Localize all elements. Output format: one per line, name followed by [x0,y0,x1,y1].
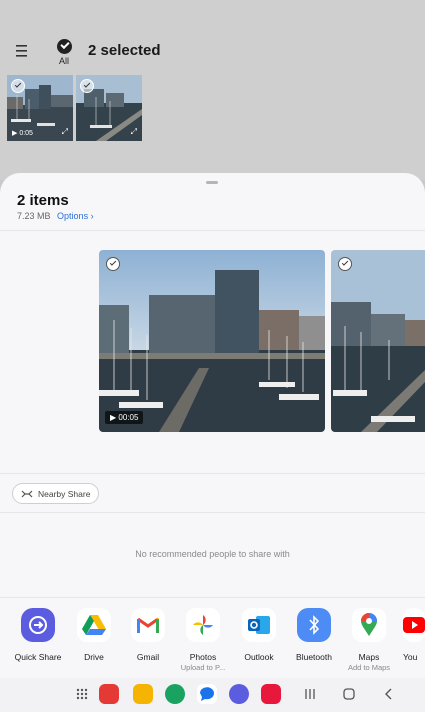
share-app-label: Outlook [244,652,274,662]
harbor-photo [99,250,325,432]
gallery-background: All 2 selected ▶ 0:05 ⤢ ⤢ [0,0,425,180]
nearby-share-button[interactable]: Nearby Share [12,483,100,504]
selected-check-icon[interactable] [11,79,25,93]
harbor-photo [331,250,425,432]
expand-icon[interactable]: ⤢ [131,127,137,137]
nearby-share-icon [21,490,33,497]
screen-recorder-app-icon[interactable] [261,684,281,704]
share-app-label: Photos [189,652,217,662]
share-app-label: Bluetooth [296,652,332,662]
messages-app-icon[interactable] [197,684,217,704]
select-all-toggle[interactable]: All [52,38,76,68]
internet-app-icon[interactable] [229,684,249,704]
video-duration-text: 0:05 [19,130,33,137]
divider [0,473,425,474]
gmail-icon [131,608,165,642]
phone-app-icon[interactable] [165,684,185,704]
share-app-label: Drive [84,652,104,662]
app-drawer-icon[interactable] [76,688,88,700]
preview-thumbnail[interactable]: ▶ 00:05 [99,250,325,432]
options-label: Options [57,211,89,221]
share-app-drive[interactable]: Drive [64,607,124,662]
maps-icon [352,608,386,642]
share-size-row: 7.23 MB Options › [17,211,94,221]
files-app-icon[interactable] [133,684,153,704]
recent-apps-icon[interactable] [302,686,318,702]
outlook-icon [242,608,276,642]
video-duration: ▶ 00:05 [105,411,144,424]
drag-handle[interactable] [206,181,218,184]
share-app-youtube[interactable]: You [395,607,425,662]
home-icon[interactable] [341,686,357,702]
quick-share-icon [21,608,55,642]
share-app-gmail[interactable]: Gmail [118,607,178,662]
menu-icon[interactable] [14,42,32,60]
share-app-photos[interactable]: Photos Upload to P... [173,607,233,672]
gallery-thumbnail[interactable]: ▶ 0:05 ⤢ [7,75,73,141]
flipboard-app-icon[interactable] [99,684,119,704]
share-app-sublabel: Add to Maps [347,663,391,672]
system-navigation-bar [0,678,425,712]
no-recommended-people-text: No recommended people to share with [135,549,290,559]
selection-count-title: 2 selected [88,42,161,59]
divider [0,597,425,598]
share-app-label: Quick Share [14,652,62,662]
divider [0,512,425,513]
bluetooth-icon [297,608,331,642]
nearby-share-label: Nearby Share [38,488,91,499]
share-sheet: 2 items 7.23 MB Options › ▶ 00:05 Nearby… [0,173,425,712]
preview-thumbnail[interactable] [331,250,425,432]
share-app-outlook[interactable]: Outlook [229,607,289,662]
select-all-check-icon [56,39,72,54]
divider [0,230,425,231]
selected-check-icon[interactable] [106,257,120,271]
video-duration-text: 00:05 [118,413,139,422]
share-app-maps[interactable]: Maps Add to Maps [339,607,399,672]
share-app-label: Maps [358,652,380,662]
drive-icon [77,608,111,642]
share-app-row: Quick Share Drive Gmail Photos Upload to… [0,607,425,677]
share-app-quick-share[interactable]: Quick Share [8,607,68,662]
expand-icon[interactable]: ⤢ [62,127,68,137]
back-icon[interactable] [381,686,397,702]
youtube-icon [403,608,425,642]
share-app-bluetooth[interactable]: Bluetooth [284,607,344,662]
selected-check-icon[interactable] [338,257,352,271]
select-all-label: All [58,56,69,66]
selected-check-icon[interactable] [80,79,94,93]
share-app-sublabel: Upload to P... [180,663,226,672]
photos-icon [186,608,220,642]
share-app-label: Gmail [136,652,160,662]
share-items-title: 2 items [17,192,69,209]
options-link[interactable]: Options › [57,211,94,221]
video-duration: ▶ 0:05 [12,130,33,137]
share-app-label: You [403,652,418,662]
share-size: 7.23 MB [17,211,51,221]
gallery-thumbnail[interactable]: ⤢ [76,75,142,141]
